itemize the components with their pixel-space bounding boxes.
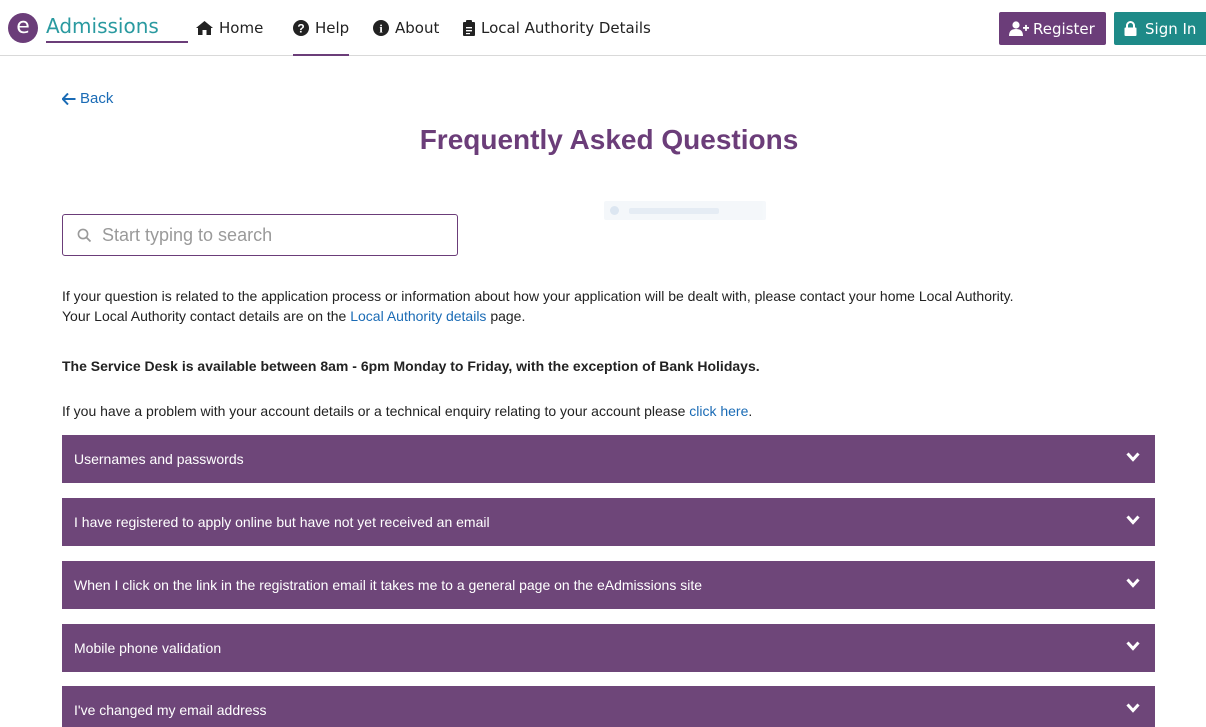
register-label: Register: [1033, 19, 1095, 38]
local-authority-details-link[interactable]: Local Authority details: [350, 308, 486, 324]
arrow-left-icon: [62, 92, 76, 105]
chevron-down-icon: [1126, 515, 1140, 525]
account-help-after: .: [748, 403, 753, 419]
nav-about-label: About: [395, 19, 440, 37]
faq-search-box[interactable]: [62, 214, 458, 256]
account-help-before: If you have a problem with your account …: [62, 403, 690, 419]
brand-name: Admissions: [46, 14, 188, 43]
faq-question: When I click on the link in the registra…: [74, 577, 702, 593]
faq-question: Mobile phone validation: [74, 640, 222, 656]
user-plus-icon: [1009, 21, 1029, 36]
faint-overlay-tooltip: [604, 201, 766, 220]
question-circle-icon: ?: [293, 20, 309, 36]
search-input[interactable]: [102, 224, 442, 246]
brand-mark: e: [8, 13, 38, 43]
faq-question: I have registered to apply online but ha…: [74, 514, 490, 530]
chevron-down-icon: [1126, 452, 1140, 462]
chevron-down-icon: [1126, 578, 1140, 588]
nav-home[interactable]: Home: [196, 14, 263, 42]
search-icon: [77, 228, 92, 242]
nav-help-label: Help: [315, 19, 350, 37]
overlay-bar: [629, 207, 719, 214]
clipboard-icon: [463, 20, 475, 36]
chevron-down-icon: [1126, 703, 1140, 713]
home-icon: [196, 21, 213, 35]
lock-icon: [1124, 21, 1137, 36]
service-desk-notice: The Service Desk is available between 8a…: [62, 358, 760, 374]
faq-item-changed-email[interactable]: I've changed my email address: [62, 686, 1155, 727]
brand-mark-letter: e: [16, 13, 30, 39]
top-navbar: e Admissions Home ? Help i About Local A…: [0, 0, 1206, 56]
back-label: Back: [80, 90, 114, 107]
nav-local-authority-label: Local Authority Details: [481, 19, 651, 37]
faq-question: Usernames and passwords: [74, 451, 244, 467]
intro-line-2-after: page.: [486, 308, 526, 324]
intro-line-2-before: Your Local Authority contact details are…: [62, 308, 351, 324]
overlay-dot: [610, 206, 619, 215]
info-circle-icon: i: [373, 20, 389, 36]
faq-item-registration-link[interactable]: When I click on the link in the registra…: [62, 561, 1155, 609]
chevron-down-icon: [1126, 641, 1140, 651]
svg-text:?: ?: [297, 22, 304, 36]
nav-help[interactable]: ? Help: [293, 14, 350, 56]
faq-item-mobile-validation[interactable]: Mobile phone validation: [62, 624, 1155, 672]
nav-home-label: Home: [219, 19, 264, 37]
intro-line-1: If your question is related to the appli…: [62, 288, 1014, 304]
sign-in-label: Sign In: [1145, 19, 1197, 38]
faq-item-no-email-received[interactable]: I have registered to apply online but ha…: [62, 498, 1155, 546]
account-help-paragraph: If you have a problem with your account …: [62, 401, 752, 421]
faq-item-usernames-passwords[interactable]: Usernames and passwords: [62, 435, 1155, 483]
back-link[interactable]: Back: [62, 90, 113, 107]
intro-paragraph: If your question is related to the appli…: [62, 286, 1182, 326]
faq-question: I've changed my email address: [74, 702, 267, 718]
sign-in-button[interactable]: Sign In: [1114, 12, 1206, 45]
click-here-link[interactable]: click here: [689, 403, 748, 419]
nav-about[interactable]: i About: [373, 14, 439, 42]
nav-local-authority-details[interactable]: Local Authority Details: [463, 14, 651, 42]
page-title: Frequently Asked Questions: [419, 124, 799, 155]
brand-logo[interactable]: e Admissions: [8, 10, 188, 46]
register-button[interactable]: Register: [999, 12, 1106, 45]
